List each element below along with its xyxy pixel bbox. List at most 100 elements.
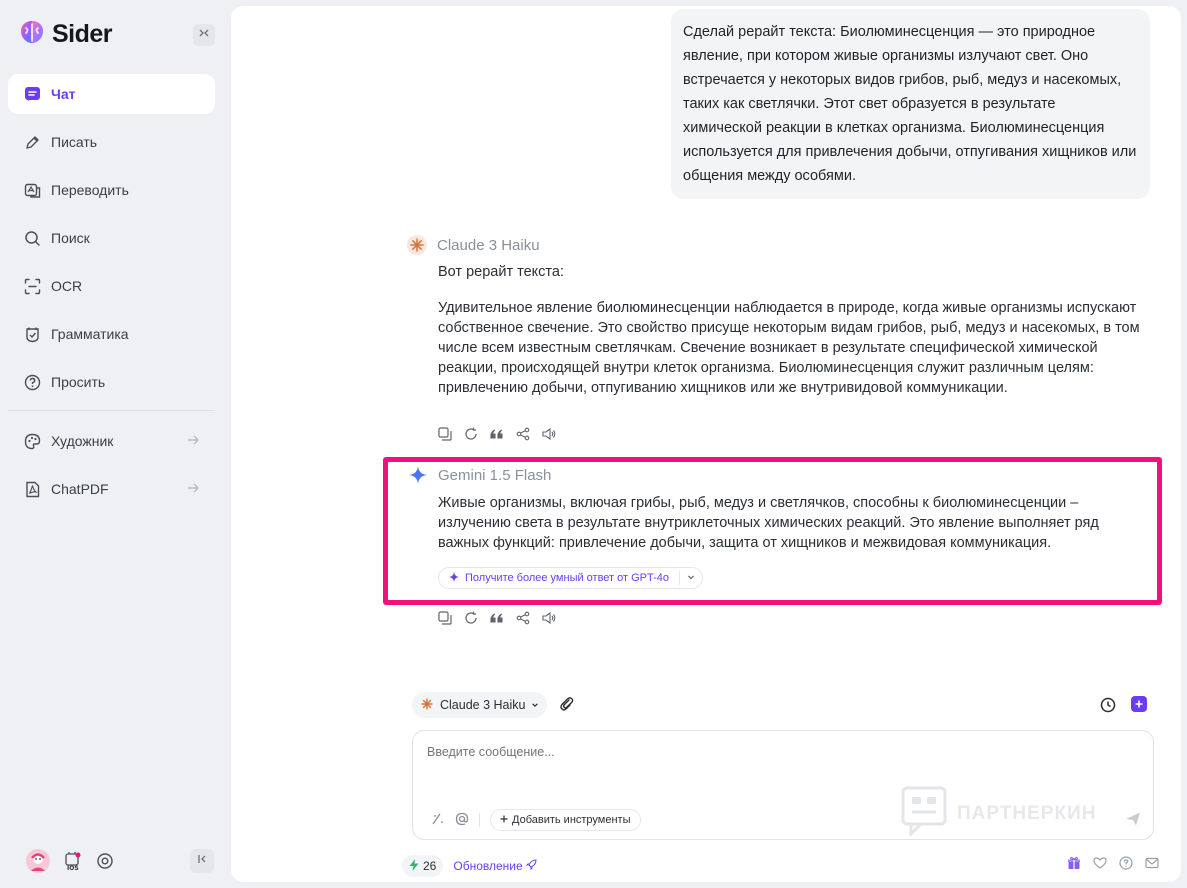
mention-icon[interactable]: [455, 812, 469, 829]
model-name: Claude 3 Haiku: [437, 236, 540, 254]
rocket-icon: [525, 859, 537, 873]
grammar-icon: [23, 325, 41, 343]
message-input[interactable]: [427, 745, 1027, 759]
mail-icon[interactable]: [1145, 856, 1159, 875]
sidebar-item-artist[interactable]: Художник: [8, 421, 215, 461]
collapse-panel-button[interactable]: [190, 849, 214, 873]
collapse-icon: [198, 26, 210, 44]
avatar[interactable]: [26, 849, 50, 878]
sidebar-item-write[interactable]: Писать: [8, 122, 215, 162]
sidebar-item-label: Переводить: [51, 182, 129, 198]
sidebar-footer: IOS: [26, 849, 114, 878]
chevron-down-icon: [531, 698, 539, 712]
share-icon[interactable]: [516, 611, 530, 625]
response-text: Удивительное явление биолюминесценции на…: [438, 300, 1140, 396]
credits-count: 26: [423, 859, 437, 873]
new-chat-button[interactable]: [1131, 696, 1147, 712]
svg-text:IOS: IOS: [67, 865, 79, 871]
sidebar-item-label: Просить: [51, 374, 106, 390]
user-message: Сделай рерайт текста: Биолюминесценция —…: [671, 9, 1150, 199]
plus-icon: [500, 814, 508, 826]
update-label: Обновление: [453, 859, 523, 873]
gift-icon[interactable]: [1067, 856, 1081, 875]
settings-icon[interactable]: [96, 852, 114, 875]
response-text: Живые организмы, включая грибы, рыб, мед…: [438, 495, 1099, 551]
credits-badge[interactable]: 26: [402, 855, 444, 877]
pill-divider: [679, 571, 681, 585]
regenerate-icon[interactable]: [464, 611, 478, 625]
sidebar-item-label: Писать: [51, 134, 98, 150]
brand-name: Sider: [52, 20, 113, 48]
prompt-icon[interactable]: [431, 812, 445, 829]
heart-icon[interactable]: [1093, 856, 1107, 875]
response-header: Gemini 1.5 Flash: [408, 465, 551, 485]
gemini-icon: [408, 465, 428, 485]
scan-icon: [23, 277, 41, 295]
copy-icon[interactable]: [438, 611, 452, 625]
add-tools-button[interactable]: Добавить инструменты: [490, 809, 641, 831]
chat-panel: Сделай рерайт текста: Биолюминесценция —…: [231, 6, 1181, 882]
collapse-left-icon: [196, 852, 208, 870]
model-name: Gemini 1.5 Flash: [438, 466, 552, 484]
sidebar-item-ocr[interactable]: OCR: [8, 266, 215, 306]
send-icon[interactable]: [1125, 811, 1141, 832]
sidebar-item-chat[interactable]: Чат: [8, 74, 215, 114]
translate-icon: [23, 181, 41, 199]
palette-icon: [23, 432, 41, 450]
sidebar-item-label: ChatPDF: [51, 481, 109, 497]
arrow-right-icon: [187, 481, 199, 497]
chevron-down-icon[interactable]: [686, 572, 696, 585]
claude-icon: [407, 235, 427, 255]
sidebar-nav: Чат Писать Переводить Поиск OCR Граммати…: [8, 74, 215, 517]
sidebar-divider: [8, 410, 215, 411]
sidebar-item-label: Грамматика: [51, 326, 129, 342]
sider-logo-icon: [18, 18, 46, 51]
pen-icon: [23, 133, 41, 151]
response-intro: Вот рерайт текста:: [438, 264, 564, 280]
sidebar-item-grammar[interactable]: Грамматика: [8, 314, 215, 354]
update-link[interactable]: Обновление: [453, 859, 537, 873]
ios-app-icon[interactable]: IOS: [64, 851, 82, 876]
model-selector[interactable]: Claude 3 Haiku: [412, 692, 548, 718]
upgrade-gpt4o-button[interactable]: Получите более умный ответ от GPT-4o: [438, 567, 704, 589]
pdf-icon: [23, 480, 41, 498]
sidebar-item-translate[interactable]: Переводить: [8, 170, 215, 210]
model-selector-label: Claude 3 Haiku: [440, 698, 526, 712]
copy-icon[interactable]: [438, 427, 452, 441]
sidebar-item-ask[interactable]: Просить: [8, 362, 215, 402]
regenerate-icon[interactable]: [464, 427, 478, 441]
sidebar: Sider Чат Писать Переводить Поиск OCR Гр…: [0, 0, 231, 888]
quote-icon[interactable]: [490, 611, 504, 625]
response-actions: [438, 427, 556, 441]
chat-icon: [23, 85, 41, 103]
claude-icon: [420, 697, 434, 714]
sidebar-item-label: Художник: [51, 433, 114, 449]
speaker-icon[interactable]: [542, 427, 556, 441]
watermark: ПАРТНЕРКИН: [901, 786, 1096, 842]
help-icon[interactable]: [1119, 856, 1133, 875]
footer-actions: [1067, 856, 1159, 875]
response-header: Claude 3 Haiku: [407, 235, 540, 255]
search-icon: [23, 229, 41, 247]
sidebar-item-chatpdf[interactable]: ChatPDF: [8, 469, 215, 509]
arrow-right-icon: [187, 433, 199, 449]
upgrade-label: Получите более умный ответ от GPT-4o: [465, 572, 670, 584]
share-icon[interactable]: [516, 427, 530, 441]
tools-divider: [479, 813, 480, 827]
sidebar-item-label: Чат: [51, 86, 76, 102]
composer-tools: Добавить инструменты: [431, 809, 641, 831]
attach-icon[interactable]: [559, 696, 575, 717]
watermark-icon: [901, 786, 947, 842]
watermark-text: ПАРТНЕРКИН: [957, 803, 1097, 824]
history-icon[interactable]: [1100, 697, 1116, 718]
sparkle-icon: [449, 571, 459, 585]
add-tools-label: Добавить инструменты: [512, 814, 631, 826]
lightning-icon: [409, 858, 419, 874]
sidebar-item-search[interactable]: Поиск: [8, 218, 215, 258]
speaker-icon[interactable]: [542, 611, 556, 625]
panel-footer: 26 Обновление: [402, 855, 537, 877]
brand[interactable]: Sider: [18, 18, 113, 51]
quote-icon[interactable]: [490, 427, 504, 441]
question-icon: [23, 373, 41, 391]
collapse-sidebar-button[interactable]: [193, 24, 215, 46]
